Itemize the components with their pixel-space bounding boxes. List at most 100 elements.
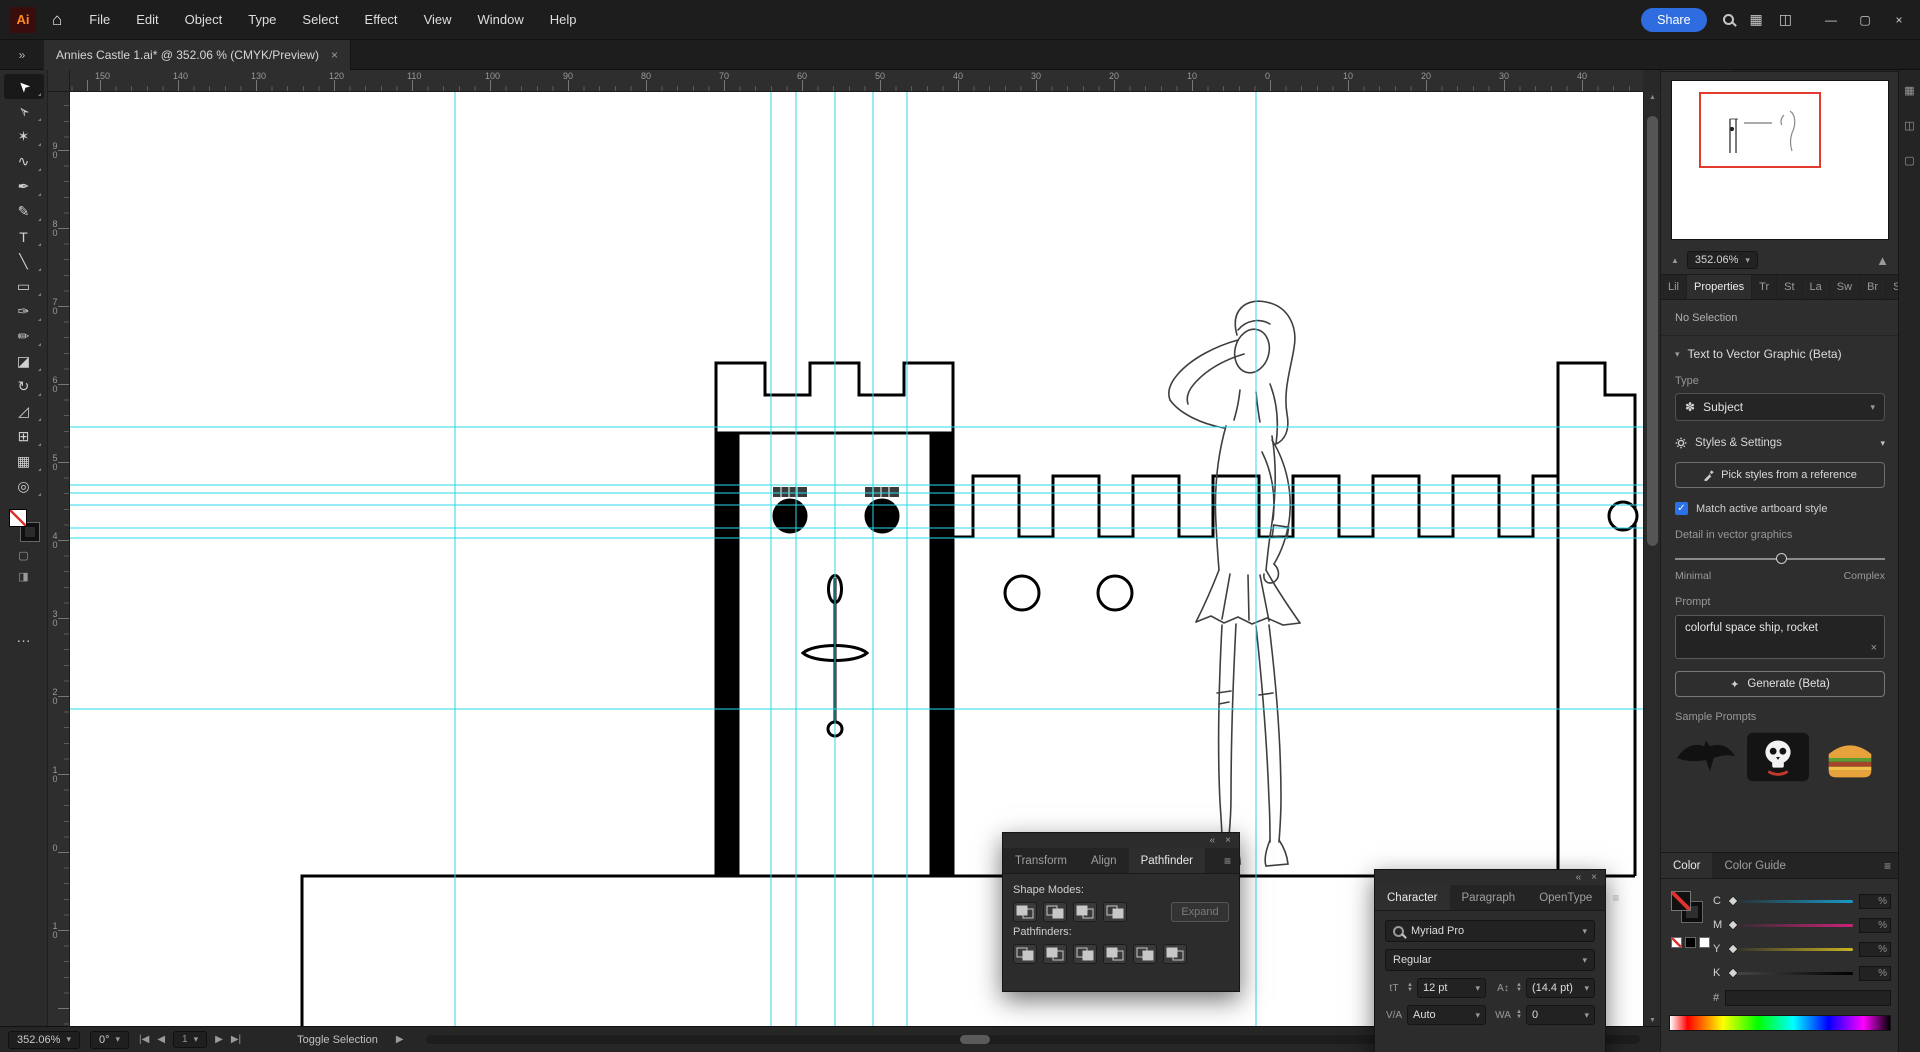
panel-tab-properties[interactable]: Properties (1687, 275, 1752, 299)
styles-settings-row[interactable]: Styles & Settings ▾ (1675, 437, 1885, 449)
zoom-out-icon[interactable]: ▲ (1671, 256, 1679, 265)
close-panel-icon[interactable]: × (1225, 835, 1231, 846)
navigator-thumbnail[interactable] (1671, 80, 1889, 240)
prompt-input[interactable]: colorful space ship, rocket × (1675, 615, 1885, 659)
intersect-button[interactable] (1073, 902, 1097, 922)
type-select[interactable]: ✽ Subject ▾ (1675, 393, 1885, 421)
none-swatch[interactable] (1671, 937, 1682, 948)
tab-transform[interactable]: Transform (1003, 848, 1079, 873)
zoom-level-select[interactable]: 352.06% ▾ (8, 1031, 80, 1049)
channel-slider-knob[interactable] (1727, 895, 1738, 906)
sample-skull-thumbnail[interactable] (1747, 732, 1809, 782)
panel-tab-lil[interactable]: Lil (1661, 275, 1687, 299)
shape-builder-tool[interactable]: ⊞ (4, 424, 44, 449)
panel-tab-st[interactable]: St (1777, 275, 1802, 299)
trim-button[interactable] (1043, 944, 1067, 964)
channel-slider[interactable] (1729, 972, 1853, 975)
menu-file[interactable]: File (76, 0, 123, 40)
search-icon[interactable] (1723, 14, 1734, 25)
panel-titlebar[interactable]: « × (1003, 833, 1239, 848)
hex-input[interactable] (1725, 990, 1891, 1006)
last-artboard-button[interactable]: ▶| (231, 1034, 241, 1045)
generate-button[interactable]: ✦ Generate (Beta) (1675, 671, 1885, 697)
white-swatch[interactable] (1699, 937, 1710, 948)
vertical-scrollbar[interactable]: ▲ ▼ (1643, 92, 1660, 1026)
share-button[interactable]: Share (1641, 8, 1706, 32)
eraser-tool[interactable]: ◪ (4, 349, 44, 374)
tab-color[interactable]: Color (1661, 853, 1712, 878)
font-size-select[interactable]: 12 pt ▾ (1417, 978, 1486, 998)
match-artboard-row[interactable]: ✓ Match active artboard style (1675, 502, 1885, 515)
direct-selection-tool[interactable]: ➢ (4, 99, 44, 124)
panel-titlebar[interactable]: « × (1375, 870, 1605, 885)
tab-pathfinder[interactable]: Pathfinder (1129, 848, 1205, 873)
menu-view[interactable]: View (411, 0, 465, 40)
vertical-ruler[interactable]: 9 08 07 06 05 04 03 02 01 001 0 (48, 92, 70, 1026)
paintbrush-tool[interactable]: ✑ (4, 299, 44, 324)
color-spectrum-bar[interactable] (1669, 1015, 1891, 1031)
clear-prompt-icon[interactable]: × (1871, 642, 1877, 654)
font-style-select[interactable]: Regular ▾ (1385, 949, 1595, 971)
curvature-tool[interactable]: ✎ (4, 199, 44, 224)
collapse-panel-icon[interactable]: « (1210, 835, 1216, 846)
artboards-panel-icon[interactable]: ▢ (1904, 154, 1914, 167)
tab-align[interactable]: Align (1079, 848, 1129, 873)
sample-eagle-thumbnail[interactable] (1675, 732, 1737, 782)
libraries-panel-icon[interactable]: ▦ (1904, 84, 1914, 97)
tab-close-icon[interactable]: × (331, 48, 338, 62)
slider-knob[interactable] (1776, 553, 1787, 564)
pencil-tool[interactable]: ✏ (4, 324, 44, 349)
menu-edit[interactable]: Edit (123, 0, 171, 40)
menu-effect[interactable]: Effect (352, 0, 411, 40)
section-text-to-vector[interactable]: ▾ Text to Vector Graphic (Beta) (1675, 347, 1885, 361)
minus-front-button[interactable] (1043, 902, 1067, 922)
channel-slider-knob[interactable] (1727, 967, 1738, 978)
fill-swatch[interactable] (1671, 891, 1691, 911)
panel-tab-tr[interactable]: Tr (1752, 275, 1777, 299)
menu-type[interactable]: Type (235, 0, 289, 40)
horizontal-scroll-thumb[interactable] (960, 1035, 990, 1044)
channel-slider[interactable] (1729, 948, 1853, 951)
kerning-select[interactable]: Auto ▾ (1407, 1005, 1486, 1025)
tab-color-guide[interactable]: Color Guide (1712, 853, 1797, 878)
first-artboard-button[interactable]: |◀ (139, 1034, 149, 1045)
detail-slider[interactable] (1675, 553, 1885, 565)
vertical-scroll-thumb[interactable] (1647, 116, 1658, 546)
zoom-in-icon[interactable]: ▲ (1876, 253, 1889, 268)
channel-slider-knob[interactable] (1727, 919, 1738, 930)
rotate-tool[interactable]: ↻ (4, 374, 44, 399)
divide-button[interactable] (1013, 944, 1037, 964)
pick-styles-button[interactable]: Pick styles from a reference (1675, 462, 1885, 488)
horizontal-ruler[interactable]: 1501401301201101009080706050403020100102… (70, 70, 1643, 92)
magic-wand-tool[interactable]: ✶ (4, 124, 44, 149)
panel-tab-sw[interactable]: Sw (1830, 275, 1860, 299)
close-button[interactable]: × (1882, 0, 1916, 40)
previous-artboard-button[interactable]: ◀ (157, 1034, 165, 1045)
character-panel[interactable]: « × Character Paragraph OpenType ≡ Myria… (1374, 869, 1606, 1052)
sample-burger-thumbnail[interactable] (1819, 732, 1881, 782)
rectangle-tool[interactable]: ▭ (4, 274, 44, 299)
menu-object[interactable]: Object (172, 0, 236, 40)
channel-slider[interactable] (1729, 900, 1853, 903)
layers-panel-icon[interactable]: ◫ (1904, 119, 1914, 132)
panel-menu-icon[interactable]: ≡ (1876, 853, 1899, 878)
minus-back-button[interactable] (1163, 944, 1187, 964)
scroll-up-icon[interactable]: ▲ (1644, 94, 1661, 101)
unite-button[interactable] (1013, 902, 1037, 922)
fill-stroke-swatches[interactable] (9, 509, 39, 541)
channel-percent-field[interactable]: % (1859, 894, 1891, 909)
figure-sketch[interactable] (1169, 301, 1300, 866)
panel-menu-icon[interactable]: ≡ (1604, 885, 1627, 910)
panel-tab-la[interactable]: La (1803, 275, 1830, 299)
outline-button[interactable] (1133, 944, 1157, 964)
document-tab[interactable]: Annies Castle 1.ai* @ 352.06 % (CMYK/Pre… (44, 40, 351, 70)
channel-percent-field[interactable]: % (1859, 966, 1891, 981)
exclude-button[interactable] (1103, 902, 1127, 922)
merge-button[interactable] (1073, 944, 1097, 964)
lasso-tool[interactable]: ∿ (4, 149, 44, 174)
toolbar-collapse-icon[interactable]: » (0, 40, 44, 69)
menu-window[interactable]: Window (465, 0, 537, 40)
tab-paragraph[interactable]: Paragraph (1450, 885, 1528, 910)
stepper-icon[interactable]: ▲▼ (1516, 1010, 1522, 1020)
leading-select[interactable]: (14.4 pt) ▾ (1526, 978, 1595, 998)
